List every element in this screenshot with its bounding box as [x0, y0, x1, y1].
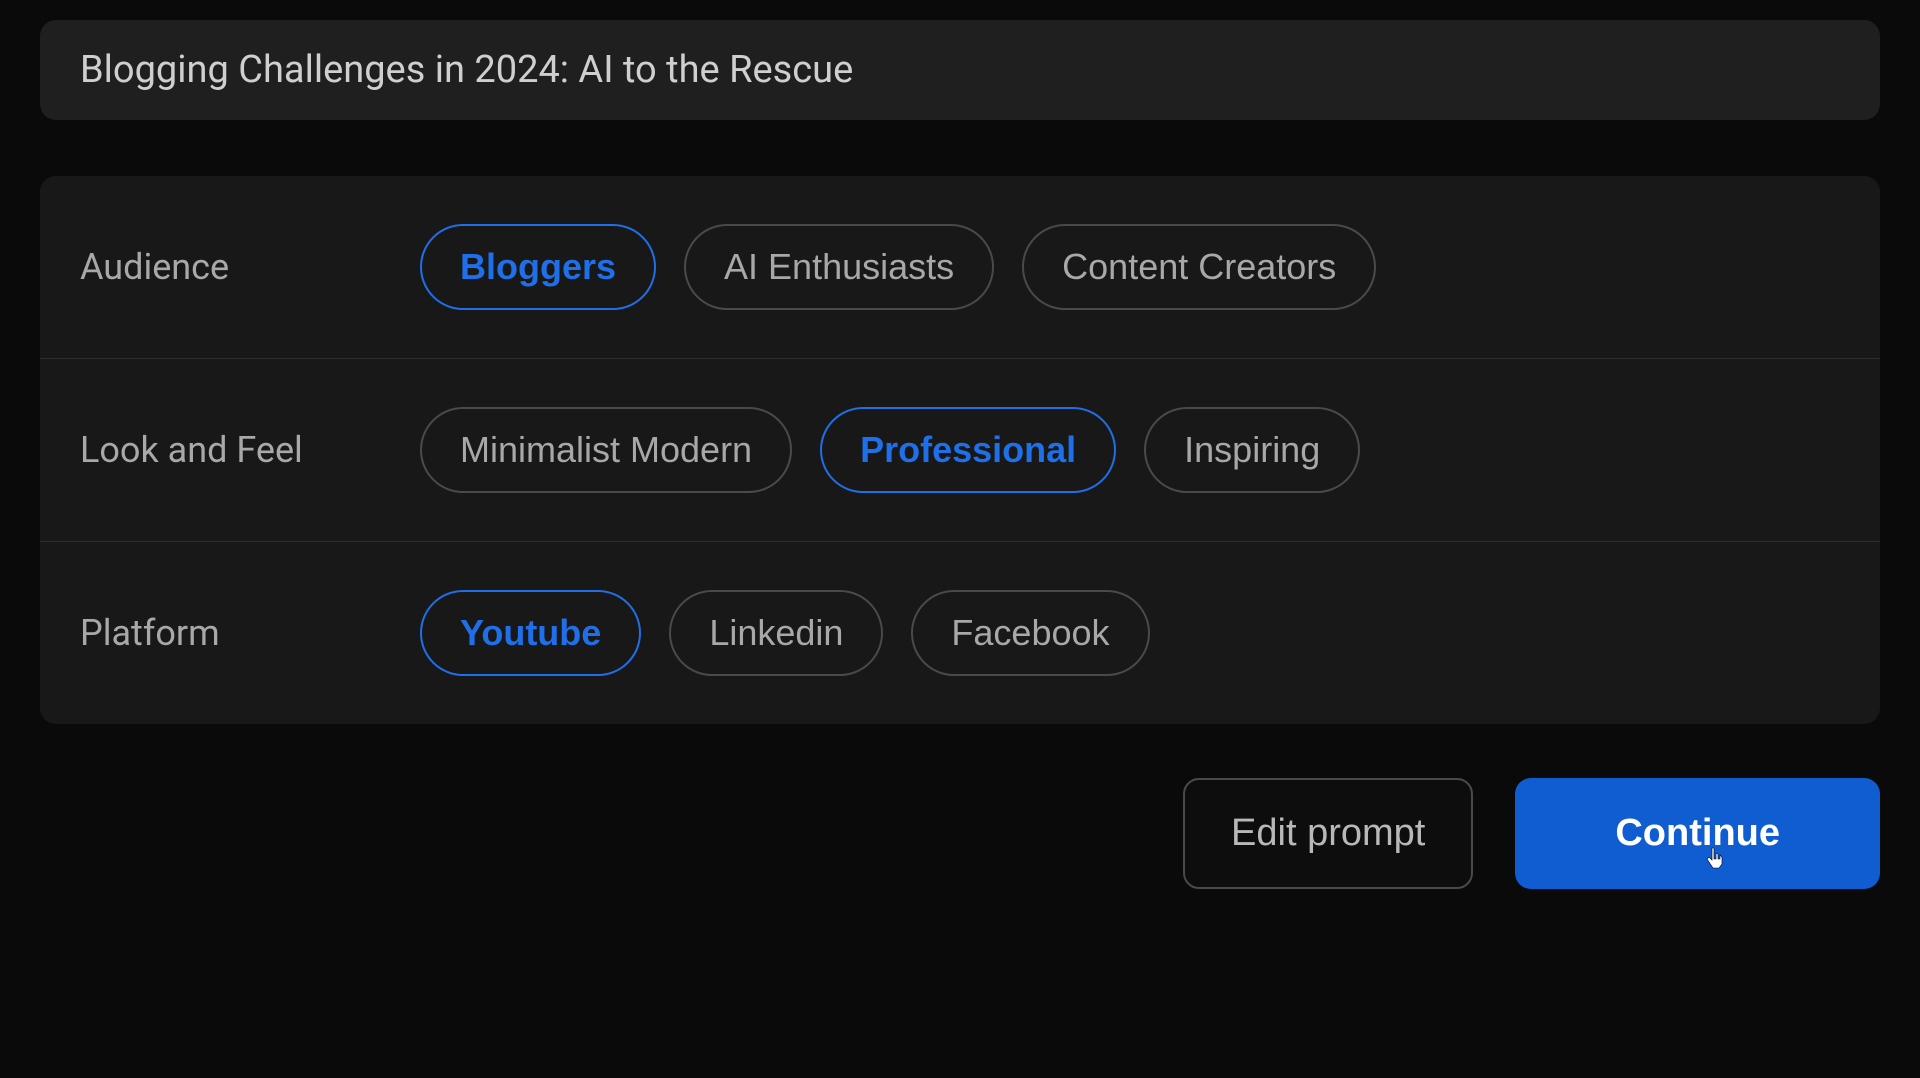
chip-professional[interactable]: Professional — [820, 407, 1116, 493]
chip-inspiring[interactable]: Inspiring — [1144, 407, 1360, 493]
chip-youtube[interactable]: Youtube — [420, 590, 641, 676]
continue-button[interactable]: Continue — [1515, 778, 1880, 889]
audience-row: Audience Bloggers AI Enthusiasts Content… — [40, 176, 1880, 359]
audience-chips: Bloggers AI Enthusiasts Content Creators — [420, 224, 1376, 310]
chip-facebook[interactable]: Facebook — [911, 590, 1149, 676]
title-text: Blogging Challenges in 2024: AI to the R… — [80, 48, 853, 92]
lookfeel-label: Look and Feel — [80, 429, 420, 471]
platform-chips: Youtube Linkedin Facebook — [420, 590, 1150, 676]
edit-prompt-button[interactable]: Edit prompt — [1183, 778, 1473, 889]
continue-label: Continue — [1615, 812, 1780, 854]
lookfeel-row: Look and Feel Minimalist Modern Professi… — [40, 359, 1880, 542]
chip-bloggers[interactable]: Bloggers — [420, 224, 656, 310]
platform-row: Platform Youtube Linkedin Facebook — [40, 542, 1880, 724]
chip-ai-enthusiasts[interactable]: AI Enthusiasts — [684, 224, 994, 310]
audience-label: Audience — [80, 246, 420, 288]
lookfeel-chips: Minimalist Modern Professional Inspiring — [420, 407, 1360, 493]
actions-bar: Edit prompt Continue — [40, 778, 1880, 889]
chip-linkedin[interactable]: Linkedin — [669, 590, 883, 676]
options-panel: Audience Bloggers AI Enthusiasts Content… — [40, 176, 1880, 724]
platform-label: Platform — [80, 612, 420, 654]
chip-minimalist-modern[interactable]: Minimalist Modern — [420, 407, 792, 493]
title-input[interactable]: Blogging Challenges in 2024: AI to the R… — [40, 20, 1880, 120]
chip-content-creators[interactable]: Content Creators — [1022, 224, 1376, 310]
